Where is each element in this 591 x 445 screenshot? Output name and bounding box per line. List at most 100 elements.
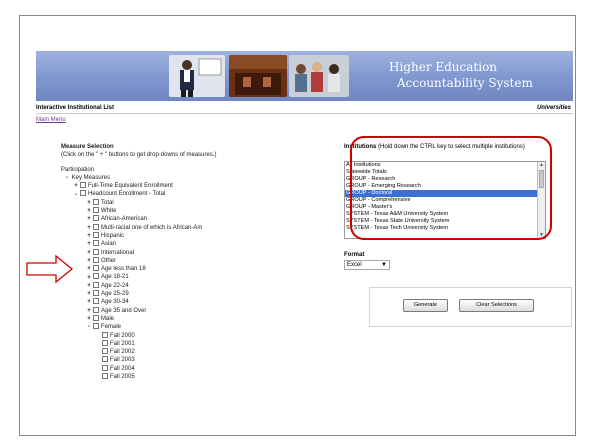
expand-icon[interactable]: +: [86, 315, 92, 323]
tree-node-female[interactable]: - Female: [61, 323, 321, 331]
tree-label: White: [101, 208, 117, 215]
tree-node-item[interactable]: + Hispanic: [61, 231, 321, 240]
checkbox[interactable]: [93, 207, 99, 214]
collapse-icon[interactable]: -: [64, 174, 70, 182]
checkbox[interactable]: [102, 348, 108, 355]
checkbox[interactable]: [93, 256, 99, 263]
checkbox[interactable]: [93, 290, 99, 297]
tree-node-item[interactable]: + Asian: [61, 240, 321, 248]
tree-node-female-item[interactable]: Fall 2003: [61, 356, 321, 364]
checkbox[interactable]: [93, 281, 99, 288]
checkbox[interactable]: [102, 331, 108, 338]
header-banner: Higher Education Accountability System: [36, 51, 573, 101]
tree-node-item[interactable]: + Other: [61, 256, 321, 265]
measure-heading: Measure Selection: [61, 144, 114, 150]
checkbox[interactable]: [102, 339, 108, 346]
collapse-icon[interactable]: -: [86, 323, 92, 331]
checkbox[interactable]: [102, 364, 108, 371]
banner-title-line2: Accountability System: [397, 76, 533, 90]
tree-label: Age 35 and Over: [101, 307, 147, 314]
expand-icon[interactable]: +: [86, 298, 92, 306]
expand-icon[interactable]: +: [86, 207, 92, 215]
tree-node-item[interactable]: + Multi-racial one of which is African-Am: [61, 223, 321, 232]
expand-icon[interactable]: +: [86, 282, 92, 290]
tree-label: Fall 2001: [110, 340, 135, 347]
expand-icon[interactable]: +: [86, 215, 92, 223]
tree-node-item[interactable]: + Male: [61, 314, 321, 323]
checkbox[interactable]: [102, 373, 108, 380]
format-value: Excel: [347, 262, 362, 268]
format-select[interactable]: Excel ▼: [344, 260, 390, 270]
tree-node-female-item[interactable]: Fall 2000: [61, 331, 321, 340]
tree-node-female-item[interactable]: Fall 2002: [61, 348, 321, 356]
checkbox[interactable]: [93, 265, 99, 272]
tree-node-item[interactable]: + Age 35 and Over: [61, 306, 321, 315]
tree-node-headcount[interactable]: - Headcount Enrollment - Total: [61, 190, 321, 198]
tree-label: Key Measures: [71, 174, 111, 181]
tree-label: Fall 2003: [110, 357, 135, 364]
checkbox[interactable]: [93, 248, 99, 255]
tree-node-item[interactable]: + White: [61, 207, 321, 215]
checkbox[interactable]: [93, 223, 99, 230]
tree-node-item[interactable]: + Age 30-34: [61, 298, 321, 306]
tree-node-female-item[interactable]: Fall 2001: [61, 339, 321, 348]
institutions-highlight: [350, 136, 552, 240]
tree-label: Asian: [101, 241, 117, 248]
expand-icon[interactable]: +: [86, 307, 92, 315]
expand-icon[interactable]: +: [86, 290, 92, 298]
checkbox[interactable]: [80, 182, 86, 189]
page-title: Interactive Institutional List: [36, 105, 115, 111]
checkbox[interactable]: [93, 314, 99, 321]
collapse-icon[interactable]: -: [73, 191, 79, 199]
tree-node-item[interactable]: + International: [61, 248, 321, 257]
tree-node-item[interactable]: + Age 18-21: [61, 273, 321, 281]
section-label: Universities: [536, 105, 571, 111]
checkbox[interactable]: [93, 323, 99, 330]
expand-icon[interactable]: +: [86, 224, 92, 232]
tree-node-fte[interactable]: + Full-Time Equivalent Enrollment: [61, 182, 321, 190]
expand-icon[interactable]: +: [86, 249, 92, 257]
expand-icon[interactable]: +: [86, 232, 92, 240]
checkbox[interactable]: [93, 306, 99, 313]
expand-icon[interactable]: +: [86, 265, 92, 273]
checkbox[interactable]: [93, 198, 99, 205]
students-photo: [289, 55, 349, 97]
tree-label: Total: [101, 199, 114, 206]
expand-icon[interactable]: +: [73, 182, 79, 190]
generate-button[interactable]: Generate: [403, 299, 448, 312]
action-panel: Generate Clear Selections: [369, 287, 572, 327]
tree-label: Full-Time Equivalent Enrollment: [88, 183, 173, 190]
checkbox[interactable]: [102, 356, 108, 363]
checkbox[interactable]: [93, 298, 99, 305]
tree-node-female-item[interactable]: Fall 2004: [61, 364, 321, 373]
tree-node-item[interactable]: + Age 22-24: [61, 281, 321, 290]
tree-node-item[interactable]: + Age less than 18: [61, 265, 321, 273]
checkbox[interactable]: [93, 231, 99, 238]
tree-node-female-item[interactable]: Fall 2005: [61, 373, 321, 381]
tree-label: Fall 2000: [110, 332, 135, 339]
checkbox[interactable]: [93, 240, 99, 247]
checkbox[interactable]: [93, 215, 99, 222]
tree-label: Headcount Enrollment - Total: [88, 191, 166, 198]
format-section: Format Excel ▼: [344, 252, 390, 270]
tree-label: Age 30-34: [101, 299, 129, 306]
tree-node-item[interactable]: + Age 25-29: [61, 290, 321, 298]
main-menu-link[interactable]: Main Menu: [36, 117, 66, 123]
tree-node-key-measures[interactable]: - Key Measures: [61, 174, 321, 182]
expand-icon[interactable]: +: [86, 199, 92, 207]
tree-label: International: [101, 249, 135, 256]
checkbox[interactable]: [80, 190, 86, 197]
tree-node-item[interactable]: + Total: [61, 198, 321, 207]
tree-label: Age 22-24: [101, 282, 129, 289]
tree-node-item[interactable]: + African-American: [61, 215, 321, 223]
banner-title-line1: Higher Education: [389, 60, 498, 74]
format-label: Format: [344, 252, 365, 258]
checkbox[interactable]: [93, 273, 99, 280]
expand-icon[interactable]: +: [86, 274, 92, 282]
expand-icon[interactable]: +: [86, 240, 92, 248]
tree-label: Multi-racial one of which is African-Am: [101, 224, 203, 231]
chevron-down-icon: ▼: [381, 262, 387, 268]
expand-icon[interactable]: +: [86, 257, 92, 265]
clear-selections-button[interactable]: Clear Selections: [459, 299, 534, 312]
campus-photo: [229, 55, 287, 97]
